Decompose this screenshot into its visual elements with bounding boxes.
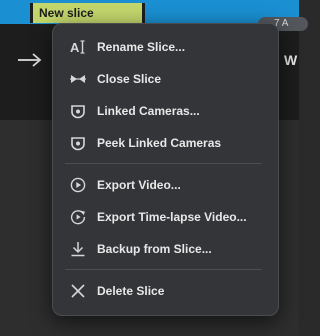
timelapse-icon [70, 210, 86, 225]
arrow-right-icon [18, 53, 42, 67]
menu-item-label: Export Time-lapse Video... [97, 210, 247, 224]
menu-item-delete-slice[interactable]: Delete Slice [53, 275, 278, 307]
menu-item-export-timelapse-video[interactable]: Export Time-lapse Video... [53, 201, 278, 233]
menu-item-linked-cameras[interactable]: Linked Cameras... [53, 95, 278, 127]
timeline-slice[interactable]: New slice [30, 3, 145, 23]
menu-item-close-slice[interactable]: Close Slice [53, 63, 278, 95]
menu-item-label: Export Video... [97, 178, 181, 192]
menu-item-label: Rename Slice... [97, 40, 186, 54]
menu-separator [65, 269, 262, 270]
menu-item-rename-slice[interactable]: A Rename Slice... [53, 31, 278, 63]
camera-icon [71, 105, 85, 119]
play-circle-icon [70, 177, 86, 193]
menu-item-backup-from-slice[interactable]: Backup from Slice... [53, 233, 278, 265]
menu-item-label: Delete Slice [97, 284, 165, 298]
menu-item-label: Peek Linked Cameras [97, 136, 222, 150]
menu-separator [65, 163, 262, 164]
slice-label: New slice [39, 6, 94, 20]
background-label: W [284, 52, 298, 68]
menu-item-peek-linked-cameras[interactable]: Peek Linked Cameras [53, 127, 278, 159]
menu-item-label: Linked Cameras... [97, 104, 200, 118]
menu-item-label: Close Slice [97, 72, 162, 86]
download-icon [71, 242, 85, 257]
x-icon [71, 284, 85, 298]
close-slice-icon [70, 75, 86, 83]
menu-item-export-video[interactable]: Export Video... [53, 169, 278, 201]
menu-item-label: Backup from Slice... [97, 242, 212, 256]
camera-icon [71, 137, 85, 151]
svg-text:A: A [70, 40, 80, 55]
slice-context-menu: A Rename Slice... Close Slice Linked Cam… [52, 23, 279, 316]
rename-icon: A [70, 40, 85, 55]
